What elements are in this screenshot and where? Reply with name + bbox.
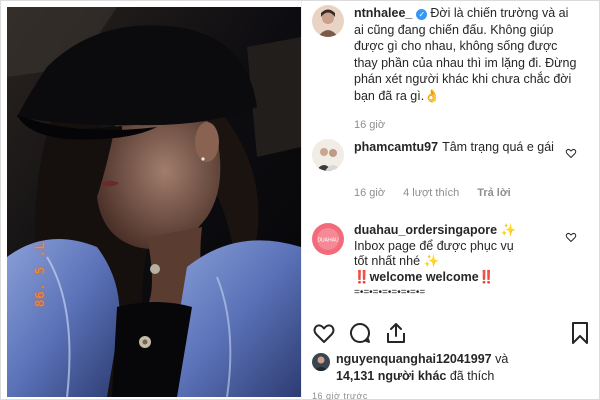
comment-icon[interactable] — [348, 321, 372, 345]
shop-avatar-label: DUAHAU — [317, 238, 339, 244]
verified-icon: ✓ — [416, 9, 428, 20]
likes-connector: và — [495, 352, 509, 366]
comment-text: Tâm trạng quá e gái — [442, 140, 554, 154]
author-username[interactable]: ntnhalee_ — [354, 6, 412, 20]
comment-text-block: duahau_ordersingapore ✨ Inbox page để đư… — [354, 223, 564, 301]
commenter-avatar[interactable] — [312, 139, 344, 171]
comment-like-heart-icon[interactable] — [565, 231, 577, 243]
caption-meta: 16 giờ — [354, 119, 385, 131]
action-bar — [312, 321, 592, 347]
caption-block: ntnhalee_ ✓ Đời là chiến trường và ai ai c… — [312, 5, 592, 104]
heart-icon[interactable] — [312, 321, 336, 345]
author-avatar[interactable] — [312, 5, 344, 37]
instagram-post-frame: 86. 5 .L ntnhalee_ ✓ Đời là chiến trường v… — [0, 0, 600, 400]
comment-like-heart-icon[interactable] — [565, 147, 577, 159]
comment-text-block: phamcamtu97 Tâm trạng quá e gái — [354, 139, 554, 171]
comment-line: =•=•=•=•=•=•=•= — [354, 287, 426, 298]
shop-avatar[interactable]: DUAHAU — [312, 223, 344, 255]
post-time-footer: 16 giờ trước — [312, 391, 368, 400]
comment-meta: 16 giờ 4 lượt thích Trả lời — [354, 187, 511, 199]
commenter-username[interactable]: phamcamtu97 — [354, 140, 438, 154]
likes-summary: nguyenquanghai12041997 và 14,131 người k… — [312, 351, 592, 385]
share-icon[interactable] — [384, 321, 408, 345]
comment-line: tốt nhất nhé ✨ — [354, 254, 440, 268]
comment-line: Inbox page để được phục vụ — [354, 238, 514, 253]
comment-likes[interactable]: 4 lượt thích — [403, 187, 459, 199]
caption-text: Đời là chiến trường và ai ai cũng đang c… — [354, 6, 577, 103]
post-photo[interactable]: 86. 5 .L — [7, 7, 301, 397]
reply-button[interactable]: Trả lời — [477, 187, 511, 199]
caption-text-block: ntnhalee_ ✓ Đời là chiến trường và ai ai c… — [354, 5, 579, 104]
photo-date-stamp: 86. 5 .L — [33, 241, 47, 307]
caption-time[interactable]: 16 giờ — [354, 119, 385, 131]
photo-illustration — [7, 7, 301, 397]
likes-text: nguyenquanghai12041997 và 14,131 người k… — [336, 351, 508, 385]
likes-suffix: đã thích — [449, 369, 495, 383]
comment-item: DUAHAU duahau_ordersingapore ✨ Inbox pag… — [312, 223, 592, 301]
comment-time[interactable]: 16 giờ — [354, 187, 385, 199]
comment-line-username[interactable]: duahau_ordersingapore ✨ — [354, 223, 564, 239]
liker-username[interactable]: nguyenquanghai12041997 — [336, 352, 492, 366]
comment-line: ‼️welcome welcome‼️ — [354, 269, 495, 284]
bookmark-icon[interactable] — [568, 321, 592, 345]
comment-item: phamcamtu97 Tâm trạng quá e gái — [312, 139, 592, 171]
comments-panel: ntnhalee_ ✓ Đời là chiến trường và ai ai c… — [301, 1, 599, 400]
liker-avatar[interactable] — [312, 353, 330, 371]
likes-count[interactable]: 14,131 người khác — [336, 369, 446, 383]
